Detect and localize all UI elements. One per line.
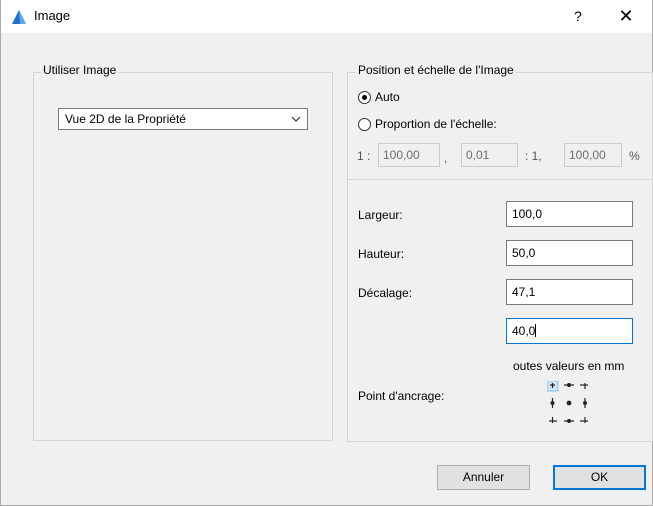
use-image-group-title: Utiliser Image bbox=[41, 63, 119, 77]
scale-prefix: 1 : bbox=[357, 149, 371, 163]
view-select[interactable]: Vue 2D de la Propriété bbox=[58, 108, 308, 130]
radio-auto-label: Auto bbox=[375, 90, 400, 104]
section-divider bbox=[347, 179, 653, 180]
anchor-label: Point d'ancrage: bbox=[358, 389, 445, 403]
scale-ratio-label: : 1, bbox=[525, 149, 542, 163]
scale-field-c[interactable]: 100,00 bbox=[564, 143, 622, 167]
position-scale-group-title: Position et échelle de l'Image bbox=[356, 63, 516, 77]
units-note: outes valeurs en mm bbox=[513, 359, 625, 373]
offset-x-input[interactable]: 47,1 bbox=[506, 279, 633, 305]
ok-button[interactable]: OK bbox=[553, 465, 646, 490]
radio-auto[interactable]: Auto bbox=[358, 90, 400, 104]
height-input[interactable]: 50,0 bbox=[506, 240, 633, 266]
scale-unit: % bbox=[629, 149, 640, 163]
radio-proportion-label: Proportion de l'échelle: bbox=[375, 117, 497, 131]
chevron-down-icon bbox=[291, 116, 301, 122]
offset-label: Décalage: bbox=[358, 286, 413, 300]
scale-field-b[interactable]: 0,01 bbox=[461, 143, 518, 167]
offset-y-value: 40,0 bbox=[512, 324, 536, 338]
width-label: Largeur: bbox=[358, 208, 403, 222]
help-button[interactable]: ? bbox=[561, 2, 595, 30]
title-bar: Image ? ✕ bbox=[1, 0, 652, 33]
close-button[interactable]: ✕ bbox=[606, 2, 646, 30]
scale-field-a[interactable]: 100,00 bbox=[378, 143, 440, 167]
app-logo-icon bbox=[12, 10, 26, 24]
cancel-button[interactable]: Annuler bbox=[437, 465, 530, 490]
window-title: Image bbox=[34, 8, 71, 23]
height-label: Hauteur: bbox=[358, 247, 405, 261]
view-select-value: Vue 2D de la Propriété bbox=[65, 112, 186, 126]
offset-y-input[interactable]: 40,0 bbox=[506, 318, 633, 344]
image-dialog: Image ? ✕ Utiliser Image Vue 2D de la Pr… bbox=[0, 0, 653, 506]
radio-proportion[interactable]: Proportion de l'échelle: bbox=[358, 117, 497, 131]
anchor-point-selector[interactable] bbox=[547, 381, 591, 425]
scale-comma: , bbox=[444, 151, 448, 165]
radio-proportion-indicator[interactable] bbox=[358, 117, 371, 131]
text-caret bbox=[535, 324, 537, 337]
width-input[interactable]: 100,0 bbox=[506, 201, 633, 227]
radio-auto-indicator[interactable] bbox=[358, 90, 371, 104]
